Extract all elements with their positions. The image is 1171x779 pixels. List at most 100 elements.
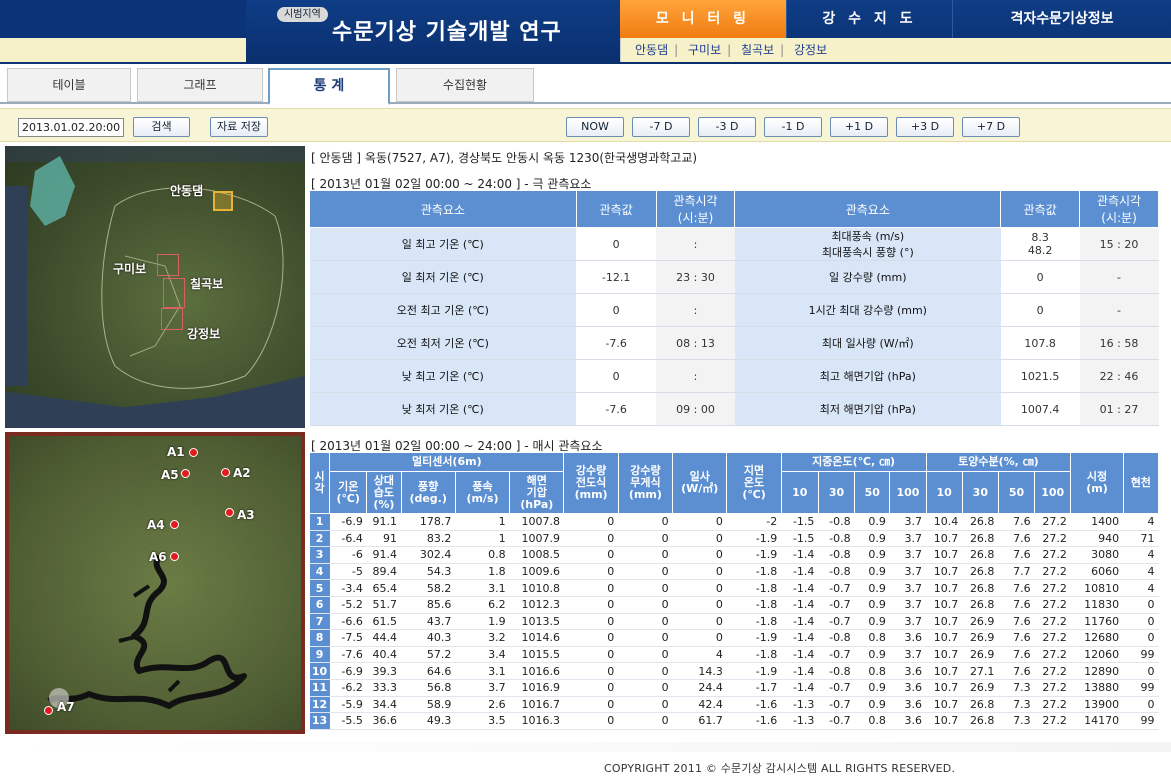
table-cell: 1021.5 — [1000, 359, 1080, 393]
column-header: 30 — [817, 471, 856, 514]
table-cell: 4 — [309, 563, 330, 581]
table-cell: 0 — [563, 712, 619, 730]
sub-link-chilgok[interactable]: 칠곡보 — [741, 38, 774, 62]
table-cell: 1007.8 — [509, 513, 564, 531]
table-cell: 26.9 — [962, 629, 999, 647]
plus-3d-button[interactable]: +3 D — [896, 117, 954, 137]
plus-7d-button[interactable]: +7 D — [962, 117, 1020, 137]
date-input[interactable]: 2013.01.02.20:00 — [18, 118, 124, 137]
table-cell: -0.7 — [818, 596, 855, 614]
tab-table[interactable]: 테이블 — [7, 68, 131, 102]
station-map[interactable]: A1 A2 A5 A3 A4 A6 A7 — [5, 432, 305, 734]
now-button[interactable]: NOW — [566, 117, 624, 137]
sub-link-andong[interactable]: 안동댐 — [635, 38, 668, 62]
table-cell: -1.7 — [726, 679, 782, 697]
region-map[interactable]: 안동댐 구미보 칠곡보 강정보 — [5, 146, 305, 428]
table-cell: 26.9 — [962, 646, 999, 664]
station-marker-a1[interactable] — [189, 448, 198, 457]
andong-dam-marker[interactable] — [213, 191, 233, 211]
tab-graph[interactable]: 그래프 — [137, 68, 263, 102]
chilgok-marker[interactable] — [163, 278, 185, 308]
table-cell: 0 — [618, 596, 673, 614]
table-cell: 1012.3 — [509, 596, 564, 614]
table-cell: -2 — [726, 513, 782, 531]
table-cell: 10.7 — [926, 662, 963, 680]
table-cell: 0.9 — [854, 579, 890, 597]
table-cell: 27.2 — [1034, 662, 1071, 680]
menu-rain-map[interactable]: 강 수 지 도 — [786, 0, 952, 38]
table-cell: 940 — [1070, 530, 1124, 548]
table-row: 8 -7.5 44.4 40.3 3.2 1014.6 0 0 0 -1.9 -1.4 -0.8 0.8… — [309, 629, 1159, 647]
station-marker-a3[interactable] — [225, 508, 234, 517]
table-cell: 12 — [309, 696, 330, 714]
table-cell: 0 — [618, 579, 673, 597]
table-cell: 0.8 — [455, 546, 510, 564]
table-row: 4 -5 89.4 54.3 1.8 1009.6 0 0 0 -1.8 -1.4 -0.8 0.9 3.… — [309, 563, 1159, 581]
page-tabs: 테이블 그래프 통 계 수집현황 — [0, 66, 1171, 105]
table-cell: 10.7 — [926, 530, 963, 548]
search-button[interactable]: 검색 — [133, 117, 190, 137]
gumi-marker[interactable] — [157, 254, 179, 276]
table-row: 7 -6.6 61.5 43.7 1.9 1013.5 0 0 0 -1.8 -1.4 -0.7 0.9… — [309, 613, 1159, 631]
table-cell: 33.3 — [366, 679, 402, 697]
table-cell: 1015.5 — [509, 646, 564, 664]
table-cell: 0 — [1123, 662, 1159, 680]
table-cell: 0.8 — [854, 662, 890, 680]
table-cell: -0.7 — [818, 613, 855, 631]
station-marker-a6[interactable] — [170, 552, 179, 561]
table-cell: -1.6 — [726, 696, 782, 714]
column-header: 상대 습도 (%) — [366, 471, 402, 514]
table-cell: 54.3 — [401, 563, 456, 581]
table-row: 1 -6.9 91.1 178.7 1 1007.8 0 0 0 -2 -1.5 -0.8 0.9 3.7… — [309, 513, 1159, 531]
table-cell: 26.8 — [962, 712, 999, 730]
table-cell: -0.8 — [818, 546, 855, 564]
table-cell: 10.7 — [926, 629, 963, 647]
station-marker-a4[interactable] — [170, 520, 179, 529]
menu-grid-info[interactable]: 격자수문기상정보 — [952, 0, 1171, 38]
table-cell: 27.2 — [1034, 530, 1071, 548]
gangjeong-marker[interactable] — [161, 308, 183, 330]
table-cell: -6.9 — [329, 513, 367, 531]
minus-7d-button[interactable]: -7 D — [632, 117, 690, 137]
separator: | — [674, 43, 679, 57]
table-cell: 11830 — [1070, 596, 1124, 614]
menu-monitoring[interactable]: 모 니 터 링 — [620, 0, 786, 38]
table-row: 오전 최저 기온 (℃) -7.6 08 : 13 최대 일사량 (W/㎡) 107.8… — [309, 326, 1159, 360]
table-cell: 3.1 — [455, 662, 510, 680]
table-cell: 58.2 — [401, 579, 456, 597]
table-cell: 26.8 — [962, 563, 999, 581]
minus-1d-button[interactable]: -1 D — [764, 117, 822, 137]
table-cell: 3.6 — [889, 629, 927, 647]
table-cell: 낮 최저 기온 (℃) — [309, 392, 577, 426]
table-cell: 0 — [1123, 596, 1159, 614]
tab-statistics[interactable]: 통 계 — [268, 68, 390, 105]
table-cell: 7.6 — [998, 596, 1035, 614]
table-cell: 7.6 — [998, 579, 1035, 597]
table-cell: 4 — [1123, 579, 1159, 597]
table-cell: 0 — [1123, 696, 1159, 714]
table-cell: 3.6 — [889, 712, 927, 730]
sub-link-gangjeong[interactable]: 강정보 — [794, 38, 827, 62]
table-cell: 0 — [672, 563, 727, 581]
table-cell: -6.9 — [329, 662, 367, 680]
table-cell: 27.2 — [1034, 629, 1071, 647]
table-cell: 0 — [672, 546, 727, 564]
table-cell: 3080 — [1070, 546, 1124, 564]
table-cell: 12890 — [1070, 662, 1124, 680]
column-header: 관측시각 (시:분) — [1079, 190, 1159, 228]
table-cell: -7.6 — [329, 646, 367, 664]
table-cell: 10.7 — [926, 563, 963, 581]
plus-1d-button[interactable]: +1 D — [830, 117, 888, 137]
table-cell: -7.6 — [576, 326, 657, 360]
station-marker-a2[interactable] — [221, 468, 230, 477]
minus-3d-button[interactable]: -3 D — [698, 117, 756, 137]
station-marker-a7[interactable] — [44, 706, 53, 715]
toolbar: 2013.01.02.20:00 검색 자료 저장 NOW -7 D -3 D … — [0, 108, 1171, 142]
sub-link-gumi[interactable]: 구미보 — [688, 38, 721, 62]
table-row: 13 -5.5 36.6 49.3 3.5 1016.3 0 0 61.7 -1.6 -1.3 -0.… — [309, 712, 1159, 730]
station-marker-a5[interactable] — [181, 469, 190, 478]
save-data-button[interactable]: 자료 저장 — [210, 117, 268, 137]
tab-collection-status[interactable]: 수집현황 — [396, 68, 534, 102]
table-cell: -0.8 — [818, 629, 855, 647]
station-label-a7: A7 — [57, 700, 75, 714]
